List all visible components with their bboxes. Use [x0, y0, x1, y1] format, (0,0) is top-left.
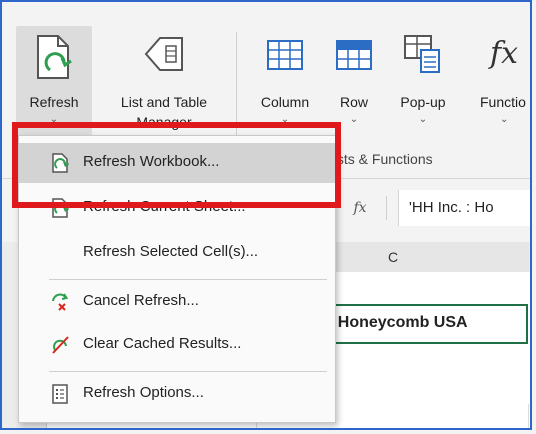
refresh-button[interactable]: Refresh ⌄	[16, 26, 92, 136]
ribbon-divider	[236, 32, 237, 142]
menu-item-refresh-workbook[interactable]: Refresh Workbook...	[19, 143, 335, 183]
list-table-label-line1: List and Table	[120, 94, 208, 110]
menu-item-label: Refresh Workbook...	[83, 153, 220, 170]
refresh-workbook-icon	[52, 153, 70, 173]
clear-cache-icon	[52, 336, 69, 354]
row-button[interactable]: Row ⌄	[328, 26, 380, 136]
refresh-chevron-icon: ⌄	[49, 114, 59, 125]
ribbon-group-label: Lists & Functions	[326, 151, 433, 167]
menu-item-clear-cached-results[interactable]: Clear Cached Results...	[19, 325, 335, 365]
formula-bar: fx 'HH Inc. : Ho	[342, 190, 530, 226]
list-table-label-line2: Manager	[136, 114, 192, 130]
refresh-icon	[37, 35, 72, 79]
function-button[interactable]: fx Functio ⌄	[470, 26, 530, 136]
menu-item-label: Clear Cached Results...	[83, 335, 242, 352]
menu-item-label: Refresh Current Sheet...	[83, 198, 246, 215]
function-chevron-icon: ⌄	[500, 114, 509, 125]
function-label: Functio	[480, 94, 526, 110]
menu-separator	[49, 279, 327, 280]
row-label: Row	[339, 94, 368, 110]
menu-item-refresh-current-sheet[interactable]: Refresh Current Sheet...	[19, 188, 335, 228]
column-chevron-icon: ⌄	[280, 114, 290, 125]
row-grid-icon	[336, 40, 372, 70]
menu-item-label: Refresh Options...	[83, 384, 204, 401]
popup-icon	[404, 35, 440, 73]
formula-input[interactable]: 'HH Inc. : Ho	[398, 190, 530, 226]
formula-bar-divider	[386, 196, 387, 220]
refresh-dropdown-menu: Refresh Workbook... Refresh Current Shee…	[18, 135, 336, 423]
popup-label: Pop-up	[400, 94, 446, 110]
function-fx-icon: fx	[490, 36, 519, 71]
popup-chevron-icon: ⌄	[418, 114, 428, 125]
menu-item-cancel-refresh[interactable]: Cancel Refresh...	[19, 282, 335, 322]
popup-button[interactable]: Pop-up ⌄	[386, 26, 460, 136]
refresh-label: Refresh	[29, 94, 79, 110]
active-cell-text: : Honeycomb USA	[328, 314, 468, 331]
column-grid-icon	[267, 40, 303, 70]
app-window: Refresh ⌄ List and Table Manager Column …	[0, 0, 532, 430]
row-chevron-icon: ⌄	[349, 114, 359, 125]
menu-item-label: Cancel Refresh...	[83, 292, 199, 309]
insert-function-icon[interactable]: fx	[342, 194, 378, 222]
column-button[interactable]: Column ⌄	[246, 26, 324, 136]
column-label: Column	[260, 94, 310, 110]
menu-item-refresh-options[interactable]: Refresh Options...	[19, 374, 335, 414]
menu-item-refresh-selected-cells[interactable]: Refresh Selected Cell(s)...	[19, 233, 335, 273]
cancel-refresh-icon	[52, 293, 69, 311]
menu-separator	[49, 371, 327, 372]
list-table-icon	[144, 37, 183, 71]
refresh-sheet-icon	[52, 198, 70, 218]
list-table-manager-button[interactable]: List and Table Manager	[106, 26, 222, 136]
refresh-options-icon	[52, 384, 68, 404]
menu-item-label: Refresh Selected Cell(s)...	[83, 243, 259, 260]
